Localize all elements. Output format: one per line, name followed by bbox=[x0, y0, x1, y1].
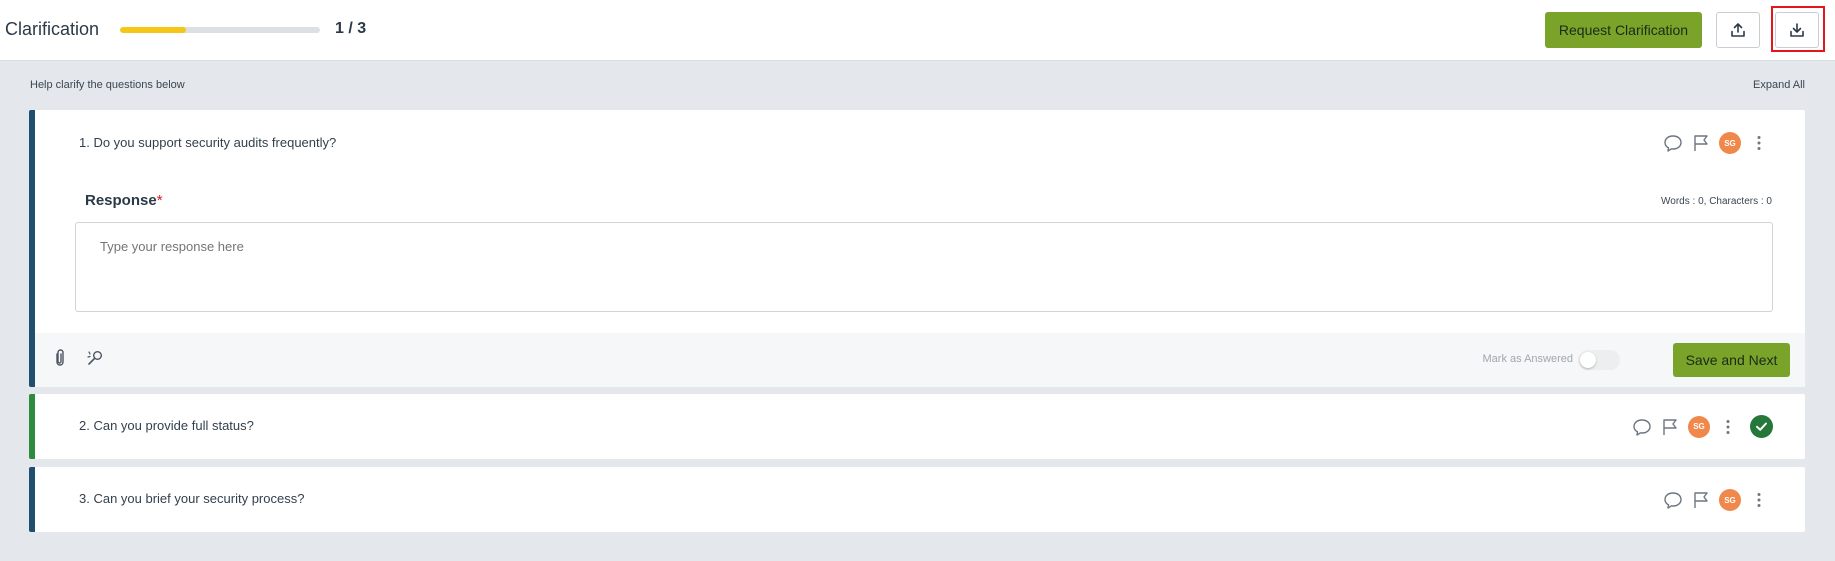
page-title: Clarification bbox=[5, 19, 100, 39]
question-card[interactable]: 2. Can you provide full status? SG bbox=[29, 394, 1805, 459]
comment-icon[interactable] bbox=[1663, 490, 1683, 510]
upload-icon bbox=[1731, 23, 1745, 37]
request-clarification-button[interactable]: Request Clarification bbox=[1545, 12, 1702, 48]
response-input[interactable] bbox=[75, 222, 1773, 312]
progress-fill bbox=[120, 27, 186, 33]
question-text[interactable]: 1. Do you support security audits freque… bbox=[79, 135, 336, 150]
progress-bar bbox=[120, 27, 320, 33]
response-label: Response* bbox=[85, 192, 163, 209]
avatar[interactable]: SG bbox=[1688, 415, 1710, 438]
question-text[interactable]: 2. Can you provide full status? bbox=[79, 418, 254, 433]
more-icon[interactable] bbox=[1749, 490, 1769, 510]
avatar[interactable]: SG bbox=[1719, 489, 1741, 511]
more-icon[interactable] bbox=[1749, 133, 1769, 153]
flag-icon[interactable] bbox=[1691, 490, 1711, 510]
mark-answered-label: Mark as Answered bbox=[1482, 353, 1573, 365]
question-text[interactable]: 3. Can you brief your security process? bbox=[79, 491, 304, 506]
flag-icon[interactable] bbox=[1660, 417, 1680, 437]
comment-icon[interactable] bbox=[1632, 417, 1652, 437]
answered-check-icon bbox=[1750, 415, 1773, 438]
toggle-knob bbox=[1580, 352, 1596, 368]
help-text: Help clarify the questions below bbox=[30, 79, 185, 91]
question-card[interactable]: 3. Can you brief your security process? … bbox=[29, 467, 1805, 532]
question-tools: SG bbox=[1663, 132, 1769, 154]
word-counter: Words : 0, Characters : 0 bbox=[1661, 196, 1772, 207]
progress-count: 1 / 3 bbox=[335, 20, 367, 37]
question-tools: SG bbox=[1632, 415, 1773, 438]
required-mark: * bbox=[156, 192, 163, 209]
question-card: 1. Do you support security audits freque… bbox=[29, 110, 1805, 387]
question-tools: SG bbox=[1663, 489, 1769, 511]
more-icon[interactable] bbox=[1718, 417, 1738, 437]
avatar[interactable]: SG bbox=[1719, 132, 1741, 154]
mark-answered-toggle[interactable] bbox=[1578, 350, 1620, 370]
highlight-annotation bbox=[1771, 6, 1825, 52]
expand-all-link[interactable]: Expand All bbox=[1753, 79, 1805, 91]
comment-icon[interactable] bbox=[1663, 133, 1683, 153]
magic-wand-icon[interactable] bbox=[85, 348, 105, 373]
flag-icon[interactable] bbox=[1691, 133, 1711, 153]
upload-button[interactable] bbox=[1716, 12, 1760, 48]
page-header: Clarification 1 / 3 Request Clarificatio… bbox=[0, 0, 1835, 61]
response-footer: Mark as Answered Save and Next bbox=[35, 333, 1805, 387]
attachment-icon[interactable] bbox=[51, 348, 69, 373]
save-and-next-button[interactable]: Save and Next bbox=[1673, 343, 1790, 377]
